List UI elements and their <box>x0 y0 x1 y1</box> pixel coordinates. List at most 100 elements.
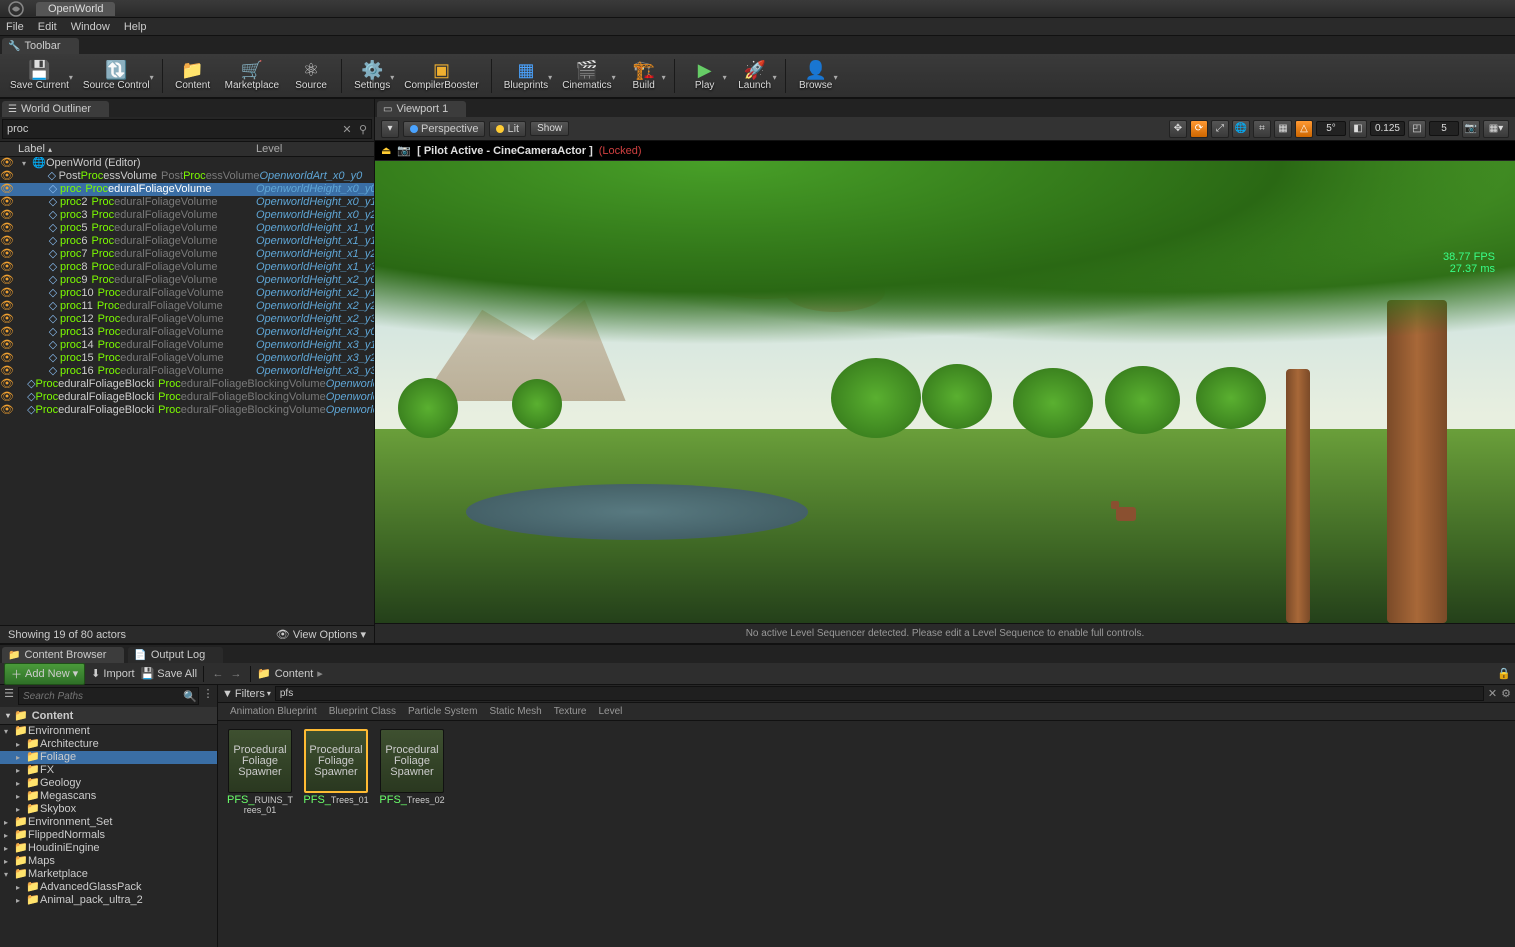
outliner-row[interactable]: 👁◇ProceduralFoliageBlockiProceduralFolia… <box>0 378 374 391</box>
scale-snap-button[interactable]: ◰ <box>1408 120 1426 138</box>
cb-tree-list[interactable]: ▾📁Environment▸📁Architecture▸📁Foliage▸📁FX… <box>0 725 217 947</box>
visibility-icon[interactable]: 👁 <box>0 209 14 222</box>
tree-item[interactable]: ▸📁Architecture <box>0 738 217 751</box>
expand-icon[interactable]: ▸ <box>4 816 14 829</box>
camera-speed-button[interactable]: 📷 <box>1462 120 1480 138</box>
pos-snap-button[interactable]: ◧ <box>1349 120 1367 138</box>
cb-tree-search-input[interactable] <box>19 691 182 702</box>
expand-icon[interactable]: ▸ <box>16 751 26 764</box>
filter-tag[interactable]: Texture <box>554 706 587 717</box>
filter-tag[interactable]: Animation Blueprint <box>230 706 317 717</box>
asset-tile[interactable]: ProceduralFoliageSpawnerPFS_RUINS_Trees_… <box>226 729 294 815</box>
grid-snap-button[interactable]: ▦ <box>1274 120 1292 138</box>
scale-snap-value[interactable]: 5 <box>1429 121 1459 136</box>
visibility-icon[interactable]: 👁 <box>0 261 14 274</box>
filter-tag[interactable]: Particle System <box>408 706 477 717</box>
lit-button[interactable]: Lit <box>489 121 526 137</box>
pos-snap-value[interactable]: 0.125 <box>1370 121 1405 136</box>
chevron-down-icon[interactable]: ▾ <box>662 73 666 82</box>
visibility-icon[interactable]: 👁 <box>0 235 14 248</box>
tree-item[interactable]: ▸📁Environment_Set <box>0 816 217 829</box>
outliner-row[interactable]: 👁◇proc7ProceduralFoliageVolumeOpenworldH… <box>0 248 374 261</box>
visibility-icon[interactable]: 👁 <box>0 339 14 352</box>
cb-asset-search-input[interactable] <box>275 686 1484 701</box>
breadcrumb[interactable]: 📁 Content ▸ <box>257 667 323 680</box>
cb-assets-grid[interactable]: ProceduralFoliageSpawnerPFS_RUINS_Trees_… <box>218 721 1515 947</box>
import-button[interactable]: ⬇Import <box>91 667 134 680</box>
toggle-sources-icon[interactable]: ☰ <box>2 687 16 705</box>
outliner-row[interactable]: 👁◇PostProcessVolumePostProcessVolumeOpen… <box>0 170 374 183</box>
expand-icon[interactable]: ▸ <box>4 842 14 855</box>
outliner-row[interactable]: 👁◇proc12ProceduralFoliageVolumeOpenworld… <box>0 313 374 326</box>
outliner-search[interactable]: ✕ ⚲ <box>2 119 372 139</box>
angle-snap-button[interactable]: △ <box>1295 120 1313 138</box>
output-log-tab[interactable]: 📄 Output Log <box>128 647 223 663</box>
chevron-down-icon[interactable]: ▾ <box>612 73 616 82</box>
world-outliner-tab[interactable]: ☰ World Outliner <box>2 101 109 117</box>
source-control-button[interactable]: 🔃 Source Control ▾ <box>77 56 156 96</box>
outliner-row[interactable]: 👁◇proc8ProceduralFoliageVolumeOpenworldH… <box>0 261 374 274</box>
visibility-icon[interactable]: 👁 <box>0 274 14 287</box>
coord-space-button[interactable]: 🌐 <box>1232 120 1250 138</box>
expand-icon[interactable]: ▸ <box>16 803 26 816</box>
nav-forward-button[interactable]: → <box>228 668 244 680</box>
filters-button[interactable]: ▼Filters▾ <box>222 688 271 700</box>
visibility-icon[interactable]: 👁 <box>0 313 14 326</box>
tree-item[interactable]: ▸📁HoudiniEngine <box>0 842 217 855</box>
eject-icon[interactable]: ⏏ <box>381 144 391 157</box>
menu-edit[interactable]: Edit <box>38 21 57 33</box>
viewport-options-button[interactable]: ▾ <box>381 120 399 138</box>
expand-icon[interactable]: ▾ <box>4 868 14 881</box>
settings-button[interactable]: ⚙️ Settings ▾ <box>348 56 396 96</box>
breadcrumb-content[interactable]: Content <box>275 668 314 680</box>
clear-search-icon[interactable]: ✕ <box>1488 687 1497 700</box>
tree-item[interactable]: ▾📁Marketplace <box>0 868 217 881</box>
outliner-col-level[interactable]: Level <box>256 143 374 155</box>
cinematics-button[interactable]: 🎬 Cinematics ▾ <box>556 56 617 96</box>
visibility-icon[interactable]: 👁 <box>0 326 14 339</box>
toolbar-tab[interactable]: 🔧 Toolbar <box>2 38 79 54</box>
translate-gizmo-button[interactable]: ✥ <box>1169 120 1187 138</box>
outliner-row[interactable]: 👁◇ProceduralFoliageBlockiProceduralFolia… <box>0 391 374 404</box>
filter-tag[interactable]: Blueprint Class <box>329 706 396 717</box>
rotate-gizmo-button[interactable]: ⟳ <box>1190 120 1208 138</box>
add-new-button[interactable]: ＋ Add New ▾ <box>4 663 85 685</box>
visibility-icon[interactable]: 👁 <box>0 183 14 196</box>
visibility-icon[interactable]: 👁 <box>0 365 14 378</box>
chevron-down-icon[interactable]: ▾ <box>150 73 154 82</box>
angle-snap-value[interactable]: 5° <box>1316 121 1346 136</box>
cb-tree-search[interactable]: 🔍 <box>18 687 199 705</box>
expand-icon[interactable]: ▸ <box>16 790 26 803</box>
filter-tag[interactable]: Static Mesh <box>489 706 541 717</box>
expand-icon[interactable]: ▸ <box>16 738 26 751</box>
expand-icon[interactable]: ▾ <box>22 157 32 170</box>
tree-item[interactable]: ▸📁FlippedNormals <box>0 829 217 842</box>
visibility-icon[interactable]: 👁 <box>0 404 14 417</box>
marketplace-button[interactable]: 🛒 Marketplace <box>219 56 285 96</box>
outliner-row[interactable]: 👁◇proc9ProceduralFoliageVolumeOpenworldH… <box>0 274 374 287</box>
cb-tree-root[interactable]: ▾ 📁 Content <box>0 707 217 725</box>
launch-button[interactable]: 🚀 Launch ▾ <box>731 56 779 96</box>
tree-item[interactable]: ▾📁Environment <box>0 725 217 738</box>
visibility-icon[interactable]: 👁 <box>0 352 14 365</box>
chevron-down-icon[interactable]: ▾ <box>69 73 73 82</box>
viewport-canvas[interactable]: 38.77 FPS 27.37 ms <box>375 161 1515 623</box>
browse-button[interactable]: 👤 Browse ▾ <box>792 56 840 96</box>
chevron-down-icon[interactable]: ▾ <box>834 73 838 82</box>
tree-item[interactable]: ▸📁Skybox <box>0 803 217 816</box>
filter-sources-icon[interactable]: ⋮ <box>201 687 215 705</box>
outliner-row[interactable]: 👁◇proc11ProceduralFoliageVolumeOpenworld… <box>0 300 374 313</box>
outliner-row[interactable]: 👁◇proc14ProceduralFoliageVolumeOpenworld… <box>0 339 374 352</box>
outliner-list[interactable]: 👁▾🌐OpenWorld (Editor)👁◇PostProcessVolume… <box>0 157 374 625</box>
source-button[interactable]: ⚛ Source <box>287 56 335 96</box>
asset-tile[interactable]: ProceduralFoliageSpawnerPFS_Trees_02 <box>378 729 446 805</box>
outliner-row[interactable]: 👁◇proc10ProceduralFoliageVolumeOpenworld… <box>0 287 374 300</box>
chevron-down-icon[interactable]: ▾ <box>723 73 727 82</box>
outliner-col-label[interactable]: Label ▴ <box>0 143 256 155</box>
visibility-icon[interactable]: 👁 <box>0 300 14 313</box>
tree-item[interactable]: ▸📁Geology <box>0 777 217 790</box>
menu-help[interactable]: Help <box>124 21 147 33</box>
chevron-down-icon[interactable]: ▾ <box>773 73 777 82</box>
maximize-viewport-button[interactable]: ▦▾ <box>1483 120 1509 138</box>
outliner-row[interactable]: 👁◇proc3ProceduralFoliageVolumeOpenworldH… <box>0 209 374 222</box>
